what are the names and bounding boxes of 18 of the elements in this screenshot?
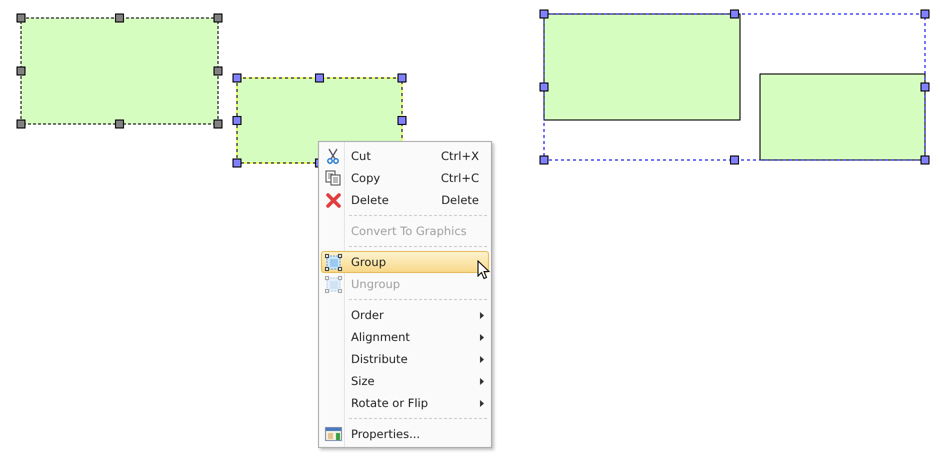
menu-item[interactable]: Delete Delete <box>321 189 489 211</box>
scissors-icon <box>326 148 340 164</box>
properties-icon <box>324 427 342 441</box>
menu-item[interactable]: Group <box>321 251 489 273</box>
rectangle-shape[interactable] <box>760 74 926 160</box>
menu-item[interactable]: Properties... <box>321 423 489 445</box>
menu-item[interactable]: Order <box>321 304 489 326</box>
delete-icon <box>326 192 340 208</box>
menu-item[interactable]: Cut Ctrl+X <box>321 145 489 167</box>
group-icon <box>324 254 342 270</box>
menu-item[interactable]: Rotate or Flip <box>321 392 489 414</box>
menu-item[interactable]: Size <box>321 370 489 392</box>
group-icon <box>324 276 342 292</box>
menu-item[interactable]: Copy Ctrl+C <box>321 167 489 189</box>
copy-icon <box>325 170 341 186</box>
menu-item[interactable]: Alignment <box>321 326 489 348</box>
rectangle-shape[interactable] <box>544 14 740 120</box>
menu-item[interactable]: Distribute <box>321 348 489 370</box>
